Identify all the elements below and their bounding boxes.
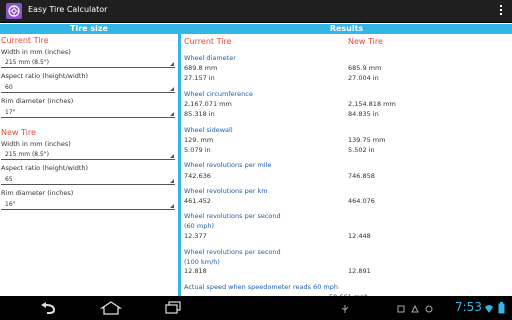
results-panel: Current Tire New Tire Wheel diameter 689… <box>181 34 512 301</box>
new-tire-title: New Tire <box>1 128 36 137</box>
current-aspect-value: 60 <box>5 84 13 91</box>
circumference-new-in: 84.835 in <box>348 110 379 118</box>
usb-icon <box>341 305 349 313</box>
new-rim-value: 16" <box>5 201 16 208</box>
rev-per-km-label: Wheel revolutions per km <box>184 187 268 195</box>
new-rim-spinner[interactable]: 16" <box>1 199 175 210</box>
new-aspect-spinner[interactable]: 65 <box>1 174 175 185</box>
back-icon[interactable] <box>38 301 58 315</box>
circumference-current-mm: 2,167.071 mm <box>184 100 232 108</box>
tire-app-icon[interactable] <box>6 3 22 19</box>
sidewall-current-in: 5.079 in <box>184 146 211 154</box>
current-aspect-spinner[interactable]: 60 <box>1 82 175 93</box>
navigation-bar: 7:53 <box>0 296 512 320</box>
circumference-new-mm: 2,154.818 mm <box>348 100 396 108</box>
app-title: Easy Tire Calculator <box>28 5 108 14</box>
new-width-spinner[interactable]: 215 mm (8.5") <box>1 149 175 160</box>
current-tire-title: Current Tire <box>1 36 49 45</box>
rev-per-sec-kmh-new: 12.891 <box>348 267 371 275</box>
new-aspect-label: Aspect ratio (height/width) <box>1 164 89 172</box>
rev-per-km-current: 461.452 <box>184 197 211 205</box>
wheel-circumference-label: Wheel circumference <box>184 90 253 98</box>
tire-size-panel: Current Tire Width in mm (inches) 215 mm… <box>0 34 178 296</box>
notification-icon <box>411 304 419 313</box>
diameter-new-mm: 685.9 mm <box>348 64 382 72</box>
tire-size-header: Tire size <box>0 24 178 34</box>
current-width-value: 215 mm (8.5") <box>5 59 49 66</box>
rev-per-sec-mph-new: 12.448 <box>348 232 371 240</box>
rev-per-sec-kmh-current: 12.818 <box>184 267 207 275</box>
new-rim-label: Rim diameter (inches) <box>1 189 74 197</box>
dropdown-arrow-icon <box>170 179 174 183</box>
rev-per-km-new: 464.076 <box>348 197 375 205</box>
rev-per-sec-mph-sublabel: (60 mph) <box>184 222 214 230</box>
results-current-heading: Current Tire <box>184 37 232 46</box>
rev-per-mile-new: 746.858 <box>348 172 375 180</box>
wifi-icon <box>485 305 493 313</box>
rev-per-mile-label: Wheel revolutions per mile <box>184 161 272 169</box>
home-icon[interactable] <box>100 301 122 315</box>
rev-per-sec-kmh-sublabel: (100 km/h) <box>184 258 220 266</box>
recent-apps-icon[interactable] <box>164 301 182 315</box>
wheel-diameter-label: Wheel diameter <box>184 54 236 62</box>
current-rim-label: Rim diameter (inches) <box>1 97 74 105</box>
wheel-sidewall-label: Wheel sidewall <box>184 126 233 134</box>
results-new-heading: New Tire <box>348 37 383 46</box>
circumference-current-in: 85.318 in <box>184 110 215 118</box>
rev-per-mile-current: 742.636 <box>184 172 211 180</box>
overflow-menu-icon[interactable] <box>498 5 504 17</box>
diameter-current-mm: 689.8 mm <box>184 64 218 72</box>
results-header: Results <box>181 24 512 34</box>
action-bar: Easy Tire Calculator <box>0 0 512 23</box>
battery-icon <box>498 302 505 314</box>
rev-per-sec-mph-current: 12.377 <box>184 232 207 240</box>
dropdown-arrow-icon <box>170 204 174 208</box>
new-width-value: 215 mm (8.5") <box>5 151 49 158</box>
dropdown-arrow-icon <box>170 62 174 66</box>
dropdown-arrow-icon <box>170 87 174 91</box>
dropdown-arrow-icon <box>170 112 174 116</box>
notification-icon <box>397 305 405 313</box>
dropdown-arrow-icon <box>170 154 174 158</box>
new-width-label: Width in mm (inches) <box>1 140 71 148</box>
actual-speed-label: Actual speed when speedometer reads 60 m… <box>184 283 338 291</box>
current-aspect-label: Aspect ratio (height/width) <box>1 72 89 80</box>
sidewall-new-mm: 139.75 mm <box>348 136 386 144</box>
current-width-label: Width in mm (inches) <box>1 48 71 56</box>
diameter-new-in: 27.004 in <box>348 74 379 82</box>
current-width-spinner[interactable]: 215 mm (8.5") <box>1 57 175 68</box>
current-rim-spinner[interactable]: 17" <box>1 107 175 118</box>
diameter-current-in: 27.157 in <box>184 74 215 82</box>
new-aspect-value: 65 <box>5 176 13 183</box>
current-rim-value: 17" <box>5 109 16 116</box>
sidewall-current-mm: 129. mm <box>184 136 214 144</box>
sidewall-new-in: 5.502 in <box>348 146 375 154</box>
notification-icon <box>425 305 433 313</box>
clock: 7:53 <box>455 300 482 314</box>
rev-per-sec-mph-label: Wheel revolutions per second <box>184 212 281 220</box>
rev-per-sec-kmh-label: Wheel revolutions per second <box>184 248 281 256</box>
